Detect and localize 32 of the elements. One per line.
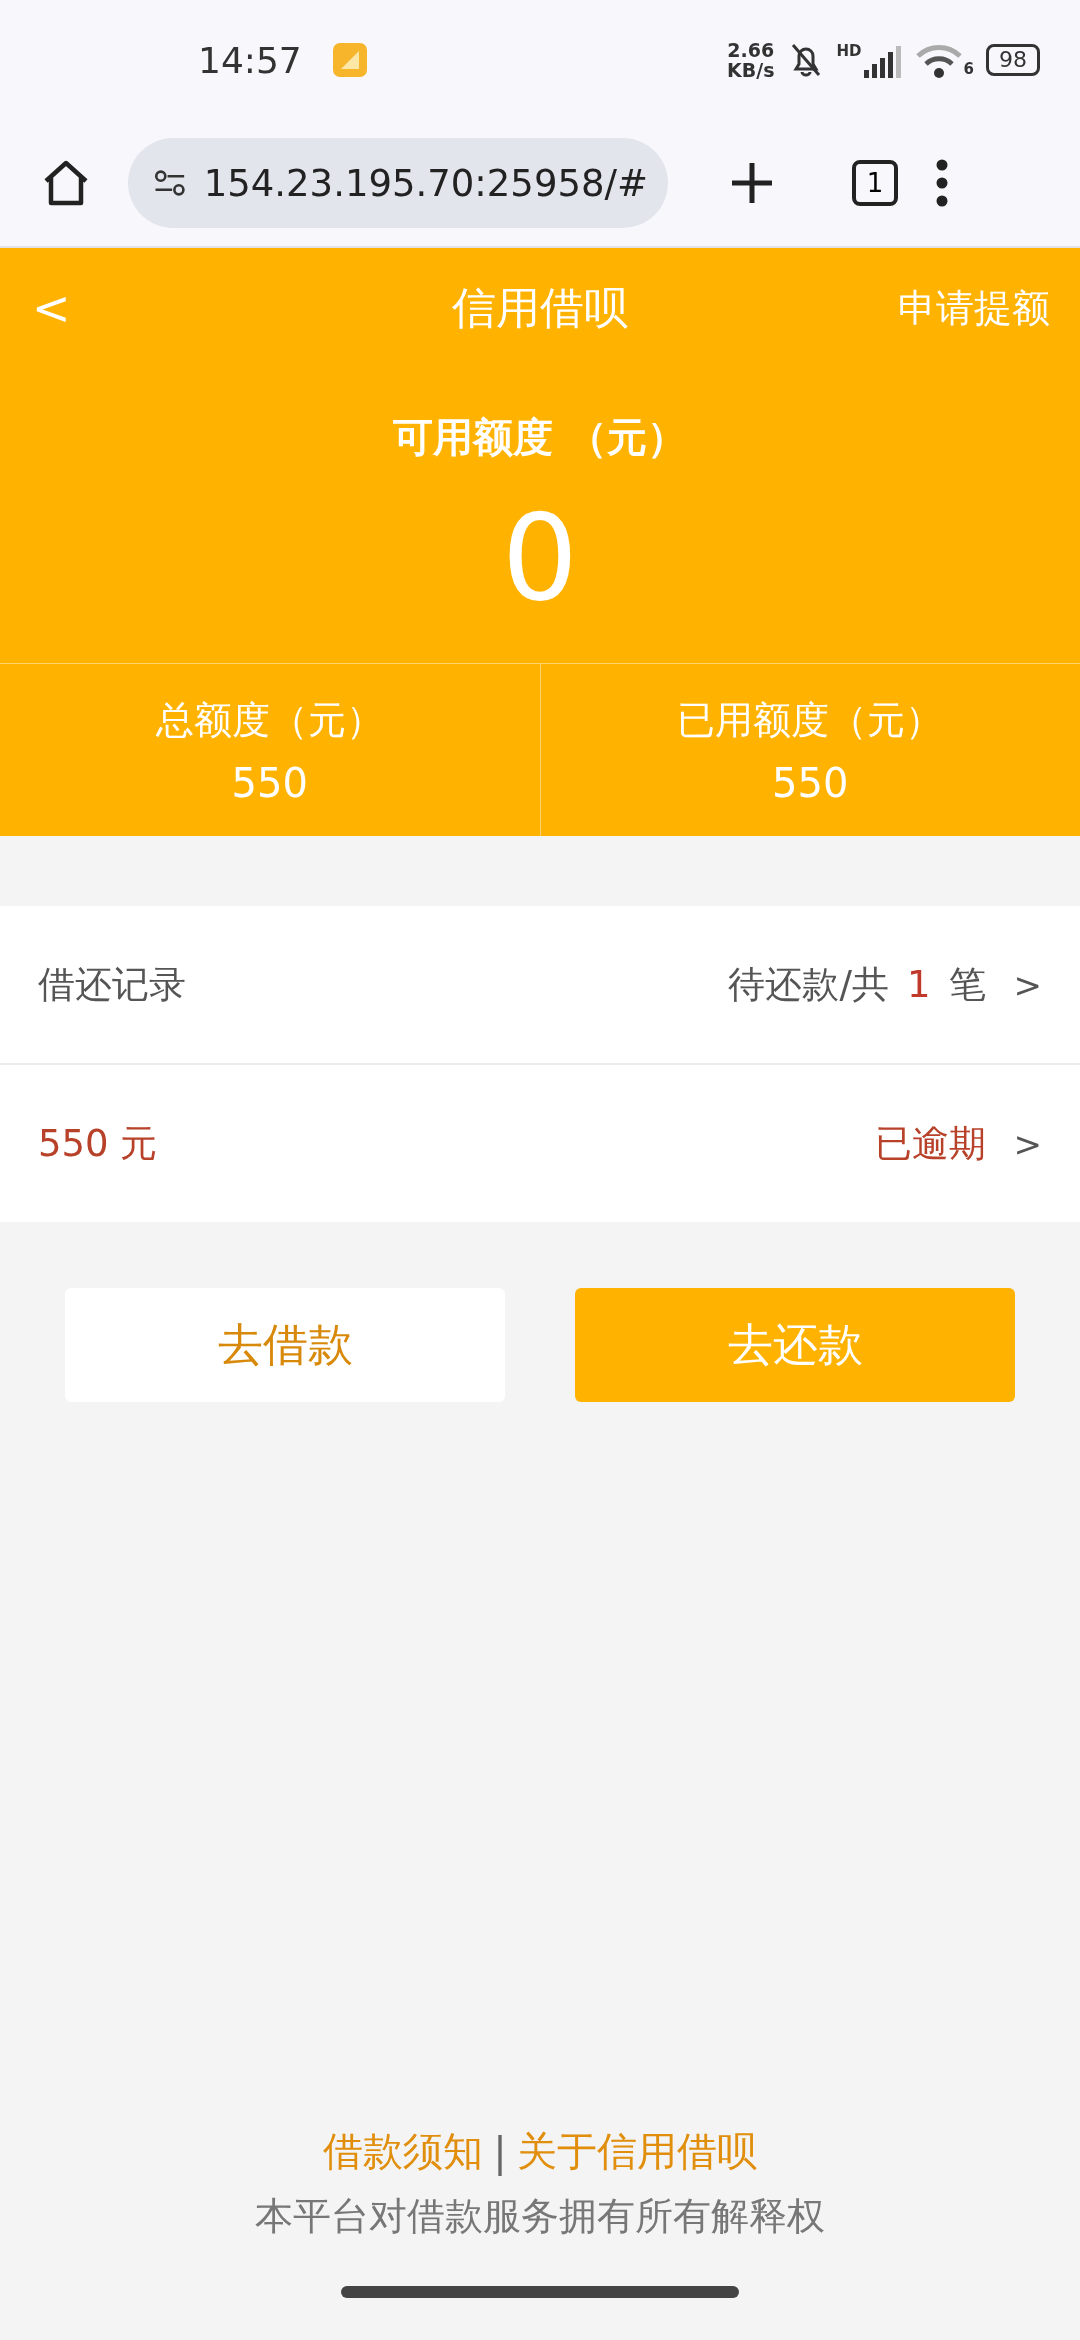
available-limit-label: 可用额度 （元） — [392, 413, 688, 462]
pending-count: 1 — [905, 963, 932, 1006]
more-options-icon[interactable] — [934, 159, 950, 207]
loan-status: 已逾期 — [874, 1120, 986, 1167]
app-notification-icon — [331, 42, 368, 78]
stat-label: 已用额度（元） — [677, 696, 944, 744]
footer-link[interactable]: 借款须知 — [323, 2124, 484, 2179]
repay-button[interactable]: 去还款 — [575, 1288, 1015, 1402]
records-row[interactable]: 借还记录 待还款/共 1 笔 > — [0, 906, 1080, 1063]
tab-count-button[interactable]: 1 — [852, 160, 898, 206]
borrow-button[interactable]: 去借款 — [65, 1288, 505, 1402]
status-time: 14:57 — [198, 39, 302, 81]
page-title: 信用借呗 — [452, 280, 628, 335]
raise-limit-link[interactable]: 申请提额 — [898, 282, 1050, 334]
records-label: 借还记录 — [38, 961, 186, 1008]
chevron-icon: > — [1013, 1123, 1042, 1164]
footer-link[interactable]: 关于信用借呗 — [516, 2124, 757, 2179]
available-limit-value: 0 — [500, 487, 580, 629]
pending-label: 待还款/共 — [728, 961, 889, 1008]
chevron-icon: > — [1013, 964, 1042, 1005]
loan-amount: 550 元 — [38, 1120, 158, 1167]
pending-unit: 笔 — [948, 961, 986, 1008]
stat-value: 550 — [231, 759, 308, 806]
link-separator: | — [493, 2128, 507, 2175]
loan-row[interactable]: 550 元 已逾期 > — [0, 1063, 1080, 1222]
disclaimer-text: 本平台对借款服务拥有所有解释权 — [255, 2193, 825, 2240]
stat-value: 550 — [772, 759, 849, 806]
network-speed: 2.66 KB/s — [727, 40, 775, 80]
address-bar[interactable]: 154.23.195.70:25958/# — [128, 138, 668, 228]
stat-label: 总额度（元） — [155, 696, 384, 744]
battery-icon: 98 — [986, 44, 1040, 76]
back-button[interactable]: < — [32, 281, 71, 335]
